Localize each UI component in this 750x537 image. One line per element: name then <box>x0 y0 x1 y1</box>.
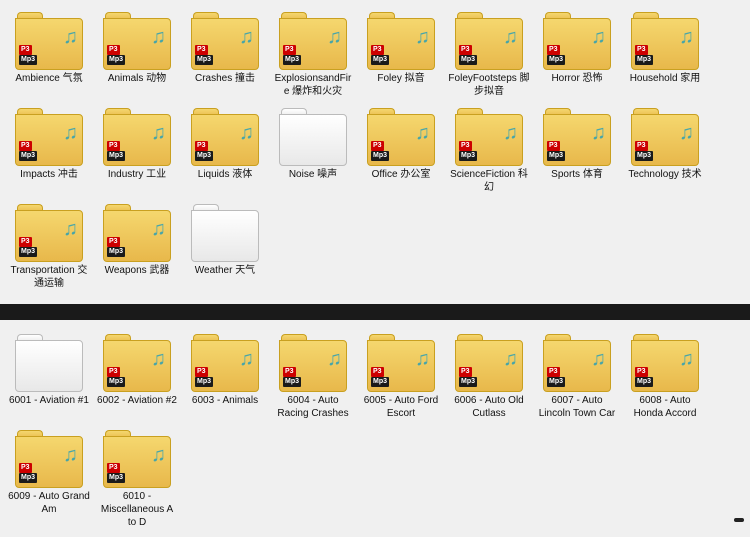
folder-label: 6001 - Aviation #1 <box>9 394 89 407</box>
folder-icon: P3Mp3♫ <box>15 108 83 166</box>
folder-item[interactable]: P3Mp3♫ Crashes 撞击 <box>182 8 268 102</box>
folder-icon: P3Mp3♫ <box>191 108 259 166</box>
folder-icon: P3Mp3♫ <box>631 108 699 166</box>
folder-item[interactable]: P3Mp3♫ Household 家用 <box>622 8 708 102</box>
folder-icon: P3Mp3♫ <box>15 430 83 488</box>
folder-item[interactable]: P3Mp3♫6004 - Auto Racing Crashes <box>270 330 356 424</box>
folder-label: Technology 技术 <box>628 168 701 181</box>
folder-icon: P3Mp3♫ <box>367 108 435 166</box>
folder-icon: P3Mp3♫ <box>103 108 171 166</box>
folder-icon <box>15 334 83 392</box>
folder-icon: P3Mp3♫ <box>191 12 259 70</box>
folder-label: Impacts 冲击 <box>20 168 78 181</box>
folder-label: Household 家用 <box>630 72 701 85</box>
folder-item[interactable]: P3Mp3♫6006 - Auto Old Cutlass <box>446 330 532 424</box>
folder-item[interactable]: 6001 - Aviation #1 <box>6 330 92 424</box>
folder-label: 6010 - Miscellaneous A to D <box>96 490 178 529</box>
folder-item[interactable]: P3Mp3♫6007 - Auto Lincoln Town Car <box>534 330 620 424</box>
folder-item[interactable]: P3Mp3♫Transportation 交通运输 <box>6 200 92 294</box>
folder-label: Noise 噪声 <box>289 168 337 181</box>
folder-label: Ambience 气氛 <box>15 72 82 85</box>
folder-item[interactable]: P3Mp3♫ Horror 恐怖 <box>534 8 620 102</box>
folder-label: FoleyFootsteps 脚步拟音 <box>448 72 530 98</box>
folder-item[interactable]: P3Mp3♫6008 - Auto Honda Accord <box>622 330 708 424</box>
folder-label: 6007 - Auto Lincoln Town Car <box>536 394 618 420</box>
folder-item[interactable]: P3Mp3♫ Weapons 武器 <box>94 200 180 294</box>
bottom-section: 6001 - Aviation #1 P3Mp3♫ 6002 - Aviation … <box>0 326 750 537</box>
folder-label: ExplosionsandFire 爆炸和火灾 <box>272 72 354 98</box>
folder-label: Sports 体育 <box>551 168 603 181</box>
folder-item[interactable]: Noise 噪声 <box>270 104 356 198</box>
folder-label: 6004 - Auto Racing Crashes <box>272 394 354 420</box>
bottom-folder-grid: 6001 - Aviation #1 P3Mp3♫ 6002 - Aviation … <box>6 330 744 533</box>
folder-icon <box>279 108 347 166</box>
folder-item[interactable]: P3Mp3♫ Office 办公室 <box>358 104 444 198</box>
top-folder-grid: P3Mp3♫ Ambience 气氛 P3Mp3♫ Animals 动物 P3Mp3♫ C… <box>6 8 744 294</box>
folder-label: ScienceFiction 科幻 <box>448 168 530 194</box>
folder-icon: P3Mp3♫ <box>279 12 347 70</box>
folder-label: 6002 - Aviation #2 <box>97 394 177 407</box>
folder-label: Foley 拟音 <box>377 72 424 85</box>
folder-label: Animals 动物 <box>108 72 166 85</box>
folder-label: Industry 工业 <box>108 168 166 181</box>
folder-icon: P3Mp3♫ <box>631 334 699 392</box>
folder-label: 6003 - Animals <box>192 394 258 407</box>
folder-label: Liquids 液体 <box>198 168 252 181</box>
folder-label: Weapons 武器 <box>105 264 170 277</box>
folder-item[interactable]: P3Mp3♫ Animals 动物 <box>94 8 180 102</box>
top-section: P3Mp3♫ Ambience 气氛 P3Mp3♫ Animals 动物 P3Mp3♫ C… <box>0 0 750 298</box>
folder-icon: P3Mp3♫ <box>543 108 611 166</box>
folder-label: 6008 - Auto Honda Accord <box>624 394 706 420</box>
folder-label: Crashes 撞击 <box>195 72 255 85</box>
folder-label: 6005 - Auto Ford Escort <box>360 394 442 420</box>
folder-icon: P3Mp3♫ <box>279 334 347 392</box>
folder-item[interactable]: P3Mp3♫ Liquids 液体 <box>182 104 268 198</box>
folder-icon: P3Mp3♫ <box>455 12 523 70</box>
folder-icon: P3Mp3♫ <box>543 334 611 392</box>
folder-icon: P3Mp3♫ <box>15 12 83 70</box>
folder-label: 6006 - Auto Old Cutlass <box>448 394 530 420</box>
banner <box>0 304 750 320</box>
folder-icon: P3Mp3♫ <box>455 334 523 392</box>
folder-item[interactable]: P3Mp3♫FoleyFootsteps 脚步拟音 <box>446 8 532 102</box>
folder-icon: P3Mp3♫ <box>455 108 523 166</box>
folder-icon: P3Mp3♫ <box>191 334 259 392</box>
folder-icon: P3Mp3♫ <box>103 430 171 488</box>
folder-item[interactable]: P3Mp3♫ Industry 工业 <box>94 104 180 198</box>
folder-label: 6009 - Auto Grand Am <box>8 490 90 516</box>
folder-icon: P3Mp3♫ <box>543 12 611 70</box>
folder-item[interactable]: P3Mp3♫6009 - Auto Grand Am <box>6 426 92 533</box>
folder-label: Transportation 交通运输 <box>8 264 90 290</box>
folder-item[interactable]: P3Mp3♫ Technology 技术 <box>622 104 708 198</box>
folder-icon <box>191 204 259 262</box>
folder-icon: P3Mp3♫ <box>15 204 83 262</box>
folder-item[interactable]: P3Mp3♫ Foley 拟音 <box>358 8 444 102</box>
folder-item[interactable]: P3Mp3♫6010 - Miscellaneous A to D <box>94 426 180 533</box>
folder-item[interactable]: P3Mp3♫ 6002 - Aviation #2 <box>94 330 180 424</box>
folder-item[interactable]: P3Mp3♫ Ambience 气氛 <box>6 8 92 102</box>
folder-item[interactable]: Weather 天气 <box>182 200 268 294</box>
folder-icon: P3Mp3♫ <box>367 334 435 392</box>
folder-label: Office 办公室 <box>372 168 431 181</box>
folder-item[interactable]: P3Mp3♫ Impacts 冲击 <box>6 104 92 198</box>
folder-icon: P3Mp3♫ <box>103 334 171 392</box>
folder-item[interactable]: P3Mp3♫ExplosionsandFire 爆炸和火灾 <box>270 8 356 102</box>
folder-icon: P3Mp3♫ <box>631 12 699 70</box>
folder-icon: P3Mp3♫ <box>367 12 435 70</box>
folder-label: Horror 恐怖 <box>551 72 602 85</box>
folder-item[interactable]: P3Mp3♫ScienceFiction 科幻 <box>446 104 532 198</box>
site-logo <box>734 518 744 522</box>
folder-icon: P3Mp3♫ <box>103 204 171 262</box>
folder-label: Weather 天气 <box>195 264 255 277</box>
folder-item[interactable]: P3Mp3♫ 6003 - Animals <box>182 330 268 424</box>
folder-icon: P3Mp3♫ <box>103 12 171 70</box>
folder-item[interactable]: P3Mp3♫6005 - Auto Ford Escort <box>358 330 444 424</box>
folder-item[interactable]: P3Mp3♫ Sports 体育 <box>534 104 620 198</box>
